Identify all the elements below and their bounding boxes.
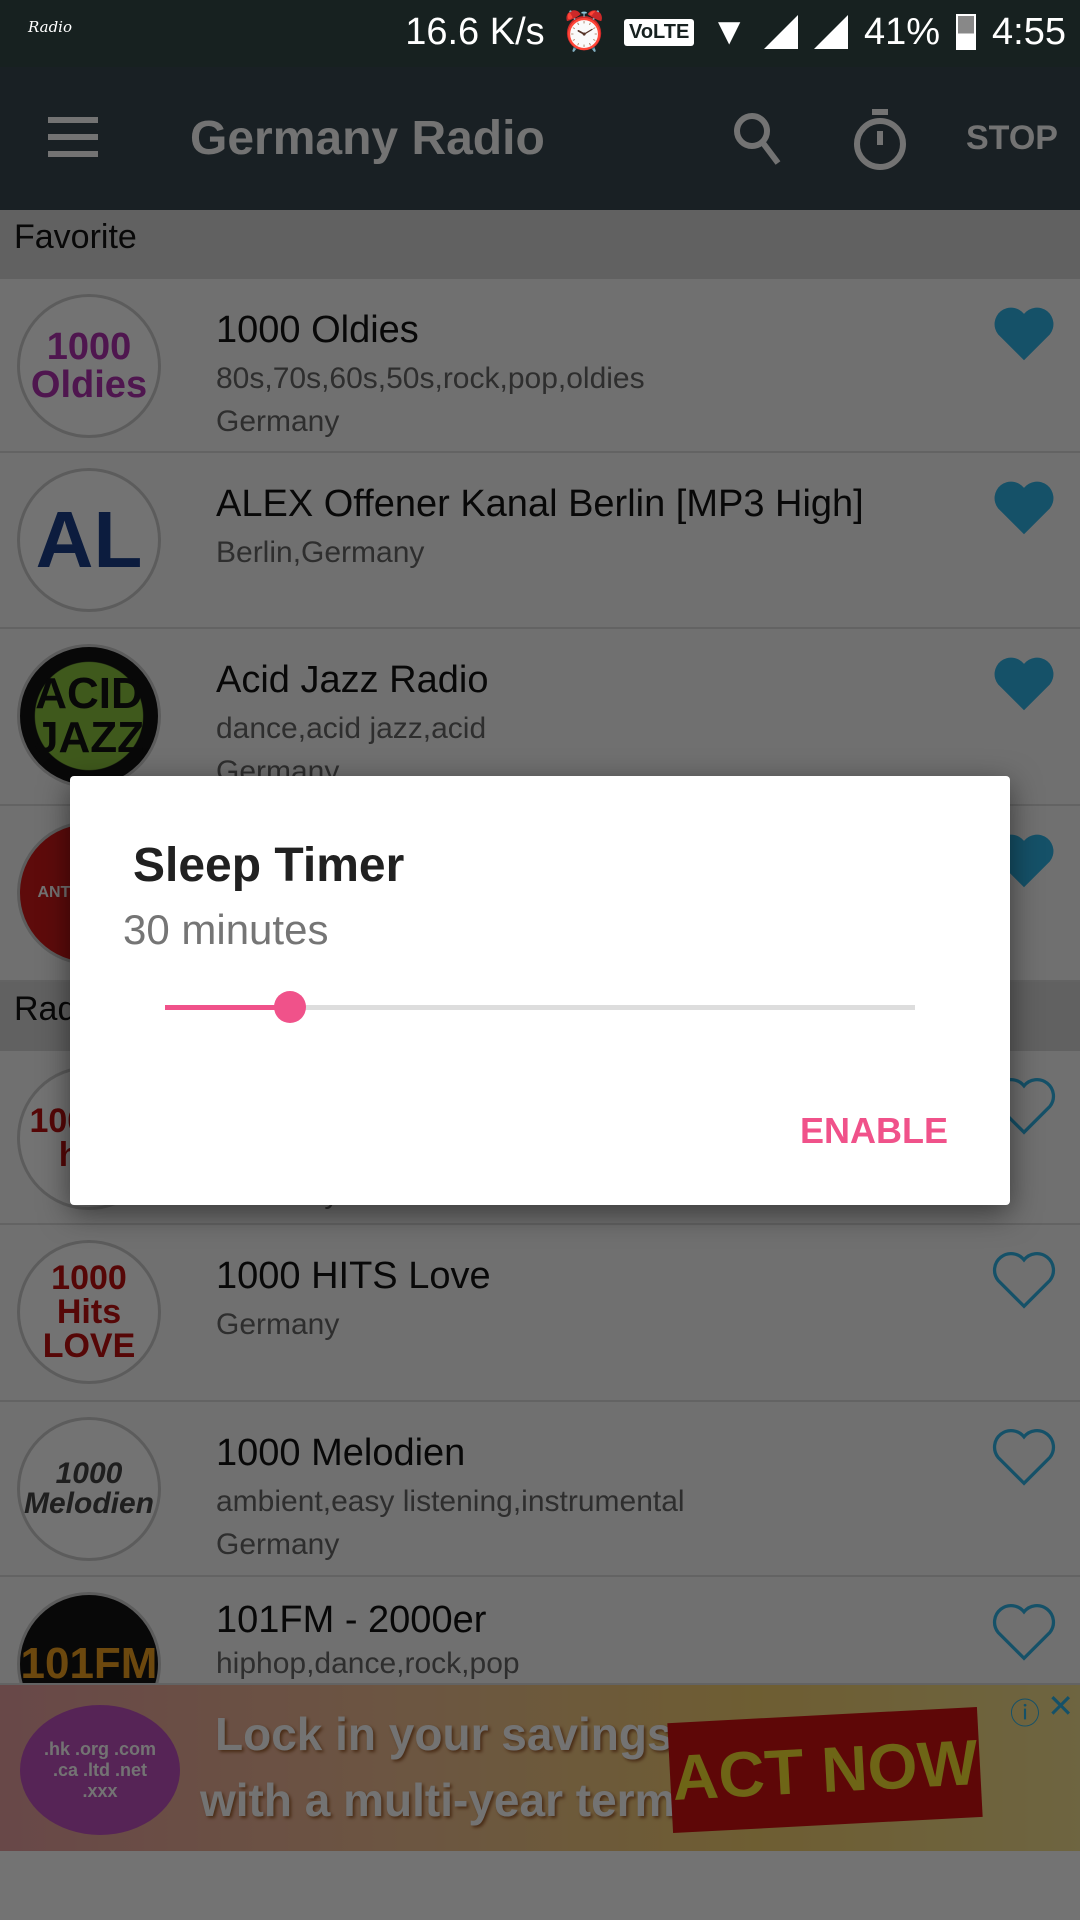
list-item[interactable]: 101FM 101FM - 2000er hiphop,dance,rock,p… bbox=[0, 1577, 1080, 1685]
ad-line1: Lock in your savings bbox=[215, 1708, 673, 1760]
search-icon[interactable] bbox=[732, 111, 782, 179]
station-logo: 101FM bbox=[17, 1592, 161, 1683]
station-tags: dance,acid jazz,acid bbox=[216, 712, 487, 745]
station-logo: 1000 Melodien bbox=[17, 1417, 161, 1561]
station-logo: 1000 Oldies bbox=[17, 294, 161, 438]
station-tags: 80s,70s,60s,50s,rock,pop,oldies bbox=[216, 362, 645, 395]
heart-filled-icon[interactable] bbox=[990, 477, 1058, 537]
menu-icon[interactable] bbox=[48, 117, 98, 157]
station-name: ALEX Offener Kanal Berlin [MP3 High] bbox=[216, 483, 864, 525]
station-name: 101FM - 2000er bbox=[216, 1599, 487, 1641]
station-tags: Germany bbox=[216, 1308, 340, 1341]
slider-thumb[interactable] bbox=[274, 991, 307, 1023]
signal-icon bbox=[763, 15, 798, 49]
station-logo: 1000 Hits LOVE bbox=[17, 1240, 161, 1384]
battery-icon bbox=[956, 14, 977, 50]
station-name: 1000 Melodien bbox=[216, 1432, 466, 1474]
station-country: Germany bbox=[216, 1528, 340, 1561]
list-item[interactable]: AL ALEX Offener Kanal Berlin [MP3 High] … bbox=[0, 453, 1080, 629]
status-bar: Radio 16.6 K/s ⏰ VoLTE ▼ 41% 4:55 bbox=[0, 0, 1080, 67]
timer-slider[interactable] bbox=[165, 991, 915, 1023]
heart-filled-icon[interactable] bbox=[990, 653, 1058, 713]
enable-button[interactable]: ENABLE bbox=[800, 1110, 948, 1152]
app-notification-icon: Radio bbox=[28, 18, 73, 36]
signal-icon-2 bbox=[813, 15, 848, 49]
ad-cta-button[interactable]: ACT NOW bbox=[667, 1706, 983, 1834]
ad-banner[interactable]: .hk .org .com .ca .ltd .net .xxx Lock in… bbox=[0, 1685, 1080, 1851]
heart-outline-icon[interactable] bbox=[990, 1249, 1058, 1309]
station-tags: ambient,easy listening,instrumental bbox=[216, 1485, 685, 1518]
station-country: Germany bbox=[216, 405, 340, 438]
toolbar: Germany Radio STOP bbox=[0, 67, 1080, 210]
heart-filled-icon[interactable] bbox=[990, 303, 1058, 363]
battery-percent: 41% bbox=[863, 10, 941, 53]
ad-close-icon[interactable]: ✕ bbox=[1047, 1687, 1074, 1725]
alarm-icon: ⏰ bbox=[560, 11, 608, 53]
station-logo: AL bbox=[17, 468, 161, 612]
network-speed: 16.6 K/s bbox=[405, 10, 545, 53]
station-name: 1000 HITS Love bbox=[216, 1255, 491, 1297]
list-item[interactable]: 1000 Hits LOVE 1000 HITS Love Germany bbox=[0, 1225, 1080, 1402]
stop-button[interactable]: STOP bbox=[966, 119, 1058, 158]
slider-fill bbox=[165, 1005, 291, 1010]
ad-line2: with a multi-year term bbox=[200, 1774, 676, 1826]
heart-outline-icon[interactable] bbox=[990, 1426, 1058, 1486]
ad-domains-graphic: .hk .org .com .ca .ltd .net .xxx bbox=[20, 1705, 180, 1835]
wifi-icon: ▼ bbox=[710, 10, 748, 53]
station-name: 1000 Oldies bbox=[216, 309, 419, 351]
volte-icon: VoLTE bbox=[623, 18, 695, 46]
station-tags: Berlin,Germany bbox=[216, 536, 425, 569]
app-title: Germany Radio bbox=[190, 112, 545, 165]
sleep-timer-icon[interactable] bbox=[852, 109, 908, 171]
station-tags: hiphop,dance,rock,pop bbox=[216, 1647, 520, 1680]
list-item[interactable]: 1000 Melodien 1000 Melodien ambient,easy… bbox=[0, 1402, 1080, 1577]
sleep-timer-dialog: Sleep Timer 30 minutes ENABLE bbox=[70, 776, 1010, 1205]
timer-value: 30 minutes bbox=[123, 906, 329, 953]
station-logo: ACID JAZZ bbox=[17, 644, 161, 788]
clock: 4:55 bbox=[992, 10, 1066, 53]
dialog-title: Sleep Timer bbox=[133, 839, 405, 892]
list-item[interactable]: 1000 Oldies 1000 Oldies 80s,70s,60s,50s,… bbox=[0, 279, 1080, 453]
heart-outline-icon[interactable] bbox=[990, 1601, 1058, 1661]
ad-info-icon[interactable]: ⓘ bbox=[1010, 1689, 1040, 1733]
section-header-favorite: Favorite bbox=[0, 210, 1080, 279]
station-name: Acid Jazz Radio bbox=[216, 659, 489, 701]
